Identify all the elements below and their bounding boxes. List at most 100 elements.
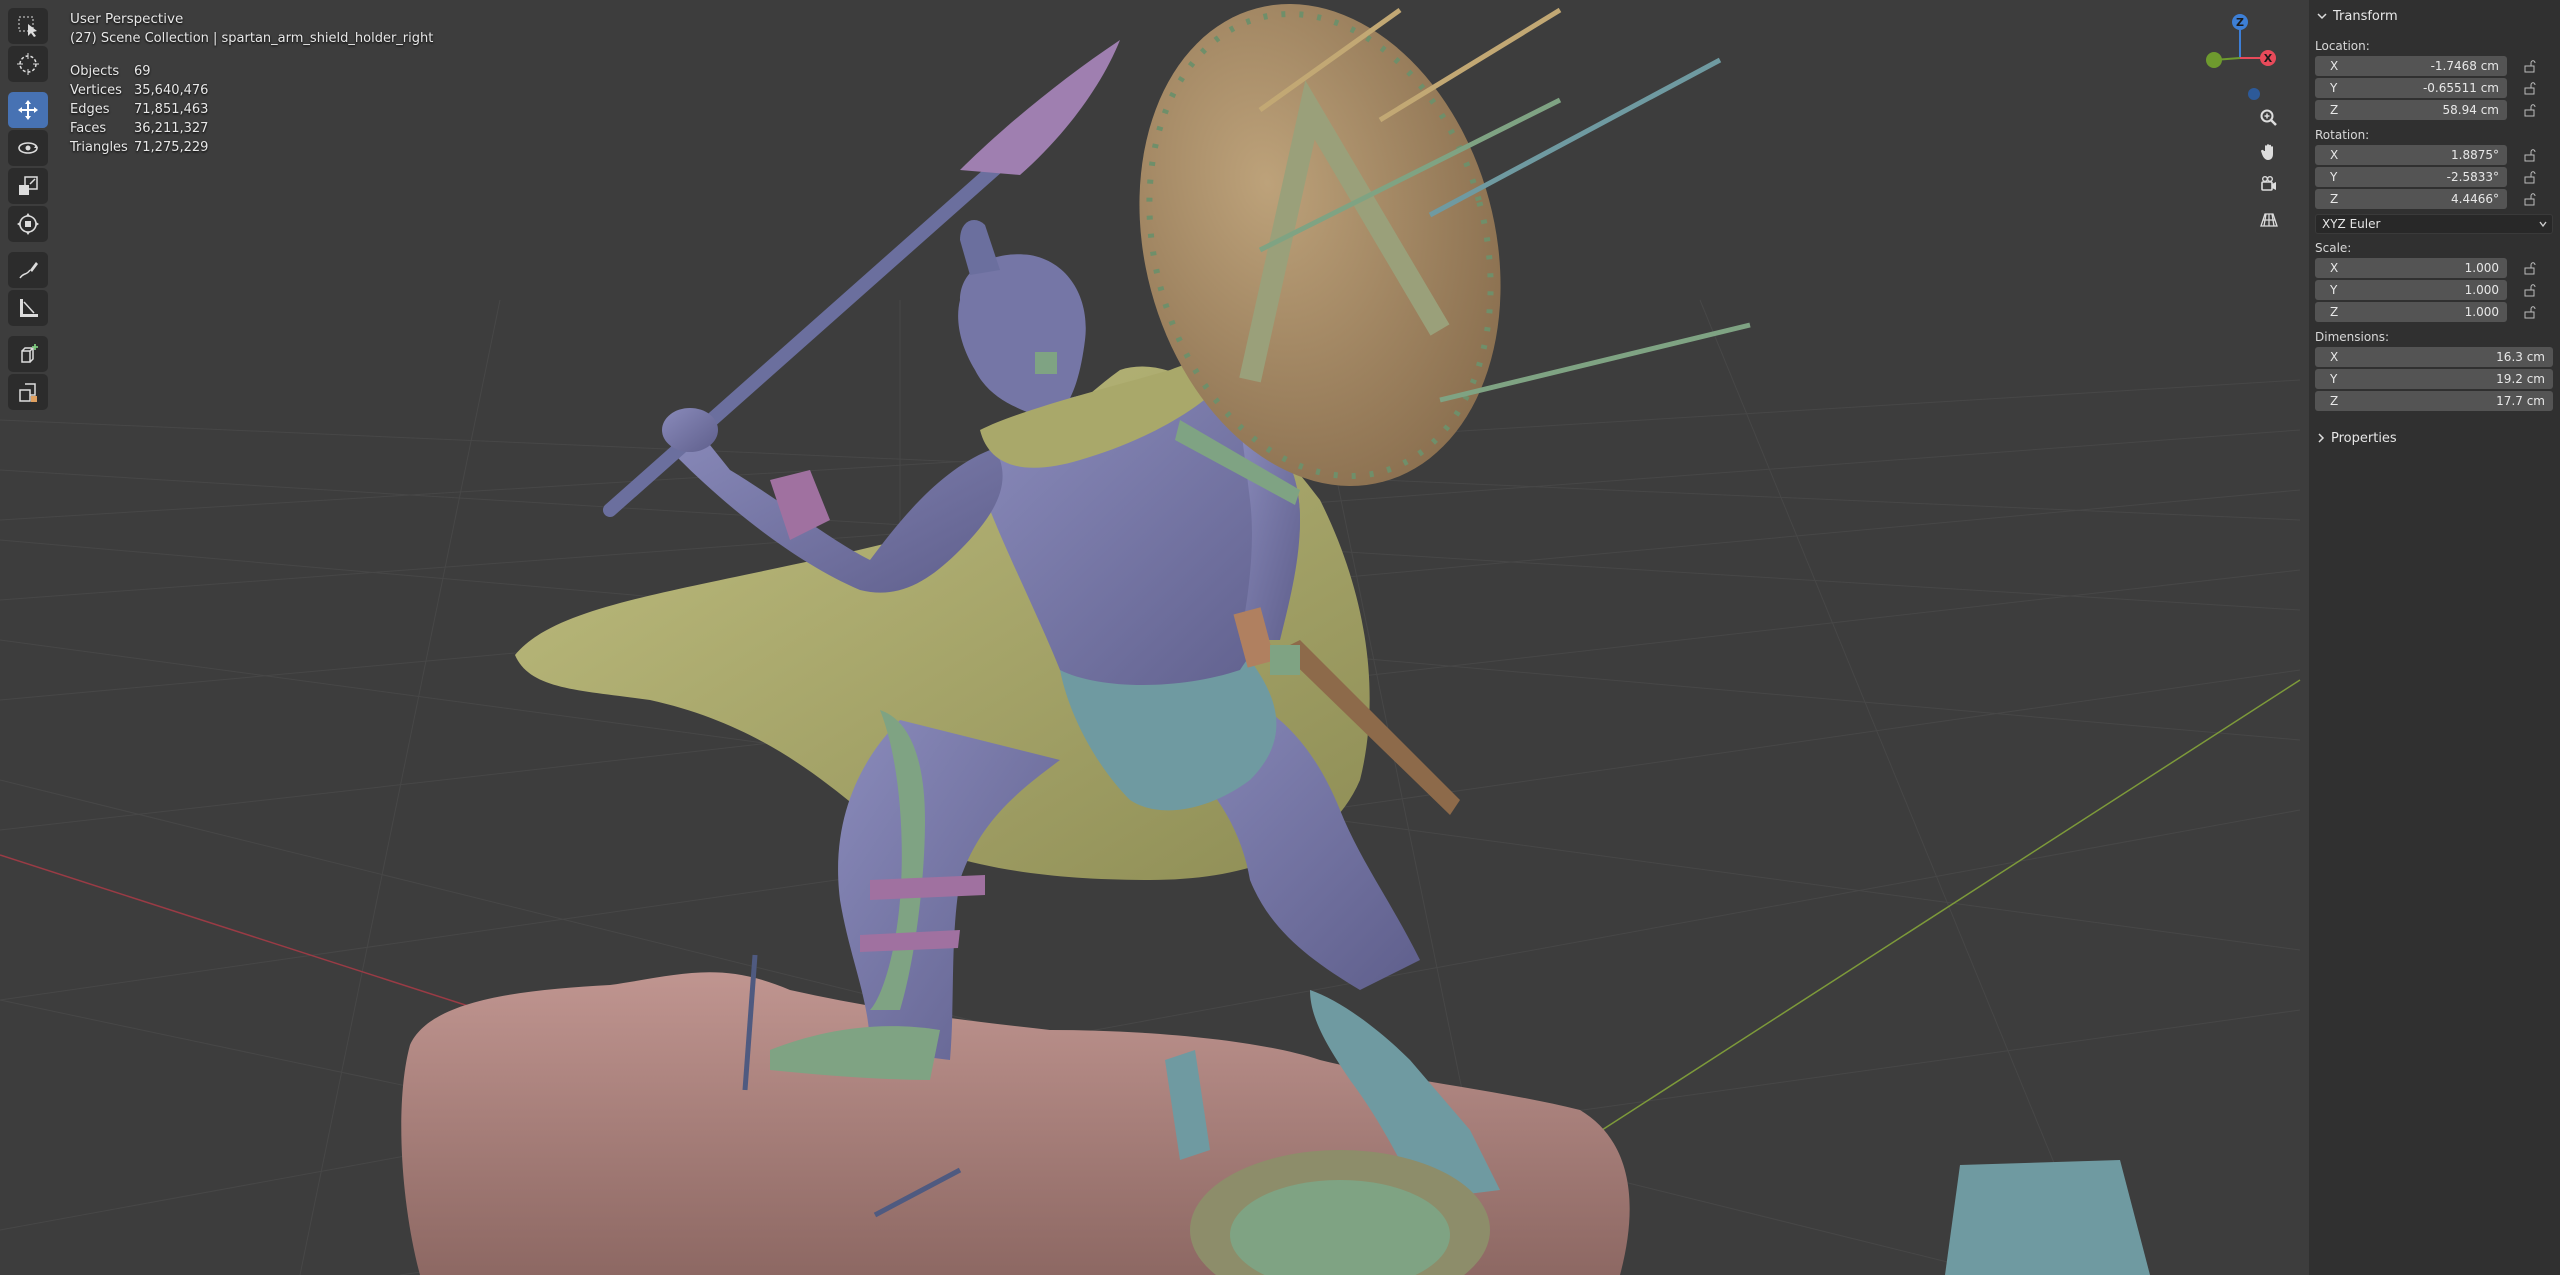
lock-icon[interactable] [2523, 283, 2537, 297]
ortho-toggle-button[interactable] [2254, 204, 2284, 234]
dimensions-x-field[interactable]: X 16.3 cm [2315, 347, 2553, 367]
gizmo-y-axis[interactable] [2206, 52, 2222, 68]
rotation-z-field[interactable]: Z 4.4466° [2315, 189, 2507, 209]
stat-label: Vertices [70, 83, 122, 98]
navigation-gizmo[interactable]: Z X [2190, 8, 2290, 108]
zoom-button[interactable] [2254, 103, 2284, 133]
field-value: 4.4466° [2451, 192, 2499, 206]
transform-tool[interactable] [8, 206, 48, 242]
move-tool[interactable] [8, 92, 48, 128]
collection-path: (27) Scene Collection | spartan_arm_shie… [70, 31, 434, 46]
axis-label: X [2330, 148, 2339, 162]
field-value: 1.000 [2464, 305, 2499, 319]
cursor-tool[interactable] [8, 46, 48, 82]
chevron-right-icon [2318, 433, 2325, 443]
transform-panel-header[interactable]: Transform [2309, 0, 2560, 32]
viewport-scene[interactable] [0, 0, 2560, 1275]
scale-z-field[interactable]: Z 1.000 [2315, 302, 2507, 322]
axis-label: X [2330, 261, 2339, 275]
transform-panel-title: Transform [2333, 8, 2398, 24]
stat-label: Triangles [70, 140, 128, 155]
helmet[interactable] [958, 254, 1086, 420]
viewport-info-overlay: User Perspective (27) Scene Collection |… [70, 10, 433, 157]
axis-label: X [2330, 350, 2339, 364]
annotate-tool[interactable] [8, 252, 48, 288]
lock-icon[interactable] [2523, 103, 2537, 117]
dimensions-z-field[interactable]: Z 17.7 cm [2315, 391, 2553, 411]
cube-object[interactable] [1945, 1160, 2150, 1275]
rotation-z-row: Z 4.4466° [2309, 188, 2560, 210]
stat-value: 36,211,327 [134, 121, 209, 136]
stat-value: 69 [134, 64, 151, 79]
lock-icon[interactable] [2523, 170, 2537, 184]
stat-label: Objects [70, 64, 120, 79]
location-y-row: Y -0.65511 cm [2309, 77, 2560, 99]
axis-label: Y [2330, 81, 2338, 95]
field-value: 19.2 cm [2496, 372, 2545, 386]
gizmo-neg-y[interactable] [2248, 88, 2260, 100]
scale-x-field[interactable]: X 1.000 [2315, 258, 2507, 278]
y-axis-line [1539, 679, 2301, 1171]
location-y-field[interactable]: Y -0.65511 cm [2315, 78, 2507, 98]
spear-tip[interactable] [960, 40, 1120, 175]
mouth-guard [1035, 352, 1057, 374]
axis-label: Z [2330, 394, 2339, 408]
stat-label: Edges [70, 102, 110, 117]
location-label: Location: [2315, 39, 2370, 53]
scale-icon [19, 176, 38, 195]
rotation-mode-value: XYZ Euler [2322, 217, 2381, 231]
field-value: 1.8875° [2451, 148, 2499, 162]
3d-viewport[interactable]: User Perspective (27) Scene Collection |… [0, 0, 2560, 1275]
arrow [1428, 57, 1722, 218]
select-box-icon [18, 16, 37, 37]
transform-icon [17, 213, 39, 235]
hand [662, 408, 718, 452]
lock-icon[interactable] [2523, 192, 2537, 206]
axis-label: Z [2330, 192, 2339, 206]
chevron-down-icon [2317, 13, 2327, 20]
tool-shelf [6, 8, 50, 410]
rotation-y-field[interactable]: Y -2.5833° [2315, 167, 2507, 187]
rotation-mode-dropdown[interactable]: XYZ Euler [2315, 214, 2553, 234]
camera-view-button[interactable] [2254, 170, 2284, 200]
rotation-label: Rotation: [2315, 128, 2370, 142]
lock-icon[interactable] [2523, 81, 2537, 95]
stat-row: Faces 36,211,327 [70, 119, 208, 138]
extrude-tool[interactable] [8, 374, 48, 410]
lock-icon[interactable] [2523, 59, 2537, 73]
field-value: 17.7 cm [2496, 394, 2545, 408]
dimensions-y-field[interactable]: Y 19.2 cm [2315, 369, 2553, 389]
scale-y-field[interactable]: Y 1.000 [2315, 280, 2507, 300]
axis-label: Z [2330, 103, 2339, 117]
stat-value: 71,851,463 [134, 102, 209, 117]
location-x-field[interactable]: X -1.7468 cm [2315, 56, 2507, 76]
field-value: 58.94 cm [2442, 103, 2499, 117]
add-cube-tool[interactable] [8, 336, 48, 372]
dimensions-z-row: Z 17.7 cm [2309, 390, 2560, 412]
lock-icon[interactable] [2523, 261, 2537, 275]
lock-icon[interactable] [2523, 148, 2537, 162]
scale-tool[interactable] [8, 168, 48, 204]
sidebar-n-panel: Transform Location: X -1.7468 cm Y -0.6551… [2309, 0, 2560, 1275]
select-box-tool[interactable] [8, 8, 48, 44]
properties-panel-header[interactable]: Properties [2309, 426, 2560, 450]
pan-button[interactable] [2254, 137, 2284, 167]
stat-row: Vertices 35,640,476 [70, 81, 208, 100]
rotate-tool[interactable] [8, 130, 48, 166]
stat-row: Triangles 71,275,229 [70, 138, 208, 157]
move-icon [18, 100, 38, 120]
field-value: -0.65511 cm [2422, 81, 2499, 95]
axis-label: Y [2330, 170, 2338, 184]
view-name: User Perspective [70, 11, 184, 27]
location-z-field[interactable]: Z 58.94 cm [2315, 100, 2507, 120]
scale-y-row: Y 1.000 [2309, 279, 2560, 301]
measure-tool[interactable] [8, 290, 48, 326]
field-value: 1.000 [2464, 283, 2499, 297]
scale-z-row: Z 1.000 [2309, 301, 2560, 323]
rotation-x-field[interactable]: X 1.8875° [2315, 145, 2507, 165]
lock-icon[interactable] [2523, 305, 2537, 319]
field-value: -1.7468 cm [2430, 59, 2499, 73]
scale-x-row: X 1.000 [2309, 257, 2560, 279]
stat-row: Objects 69 [70, 62, 208, 81]
location-x-row: X -1.7468 cm [2309, 55, 2560, 77]
